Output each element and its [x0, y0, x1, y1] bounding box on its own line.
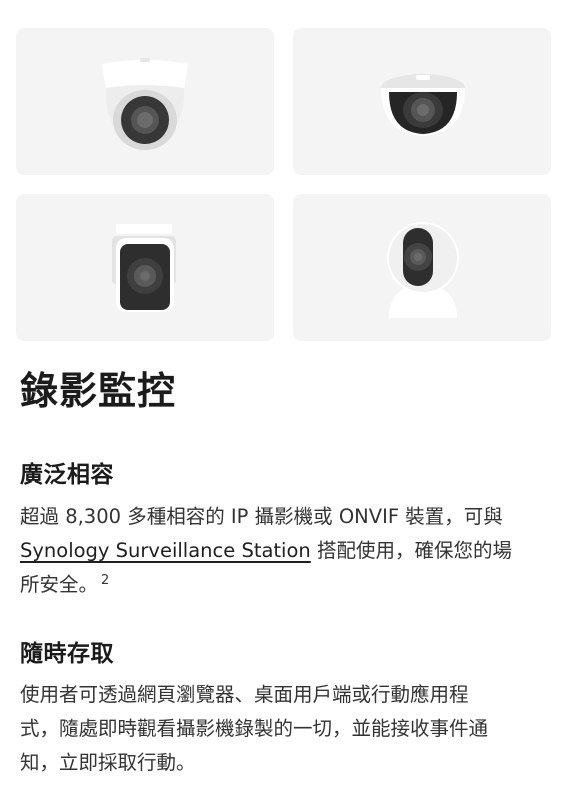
description-text: 搭配使用，確保您的場	[310, 539, 512, 562]
description-line: 知，立即採取行動。	[20, 751, 196, 774]
dark-dome-camera-icon	[381, 74, 465, 136]
description-line: 所安全。 2	[20, 568, 550, 602]
camera-tile-bullet	[16, 194, 274, 341]
description-line: Synology Surveillance Station 搭配使用，確保您的場	[20, 534, 550, 568]
description-line: 式，隨處即時觀看攝影機錄製的一切，並能接收事件通	[20, 717, 489, 740]
pan-tilt-cube-camera-icon	[387, 222, 459, 318]
feature-title-compatibility: 廣泛相容	[20, 462, 114, 488]
section-title: 錄影監控	[20, 369, 177, 413]
description-text: 所安全。	[20, 573, 99, 596]
dome-turret-camera-icon	[102, 58, 188, 150]
feature-description-access: 使用者可透過網頁瀏覽器、桌面用戶端或行動應用程 式，隨處即時觀看攝影機錄製的一切…	[20, 678, 550, 780]
description-line: 超過 8,300 多種相容的 IP 攝影機或 ONVIF 裝置，可與	[20, 505, 503, 528]
description-line: 使用者可透過網頁瀏覽器、桌面用戶端或行動應用程	[20, 683, 469, 706]
camera-tile-dome-turret	[16, 28, 274, 175]
feature-title-access: 隨時存取	[20, 641, 114, 667]
bullet-camera-icon	[112, 224, 176, 312]
camera-tile-pan-tilt	[293, 194, 551, 341]
feature-description-compatibility: 超過 8,300 多種相容的 IP 攝影機或 ONVIF 裝置，可與 Synol…	[20, 500, 550, 602]
camera-tile-dark-dome	[293, 28, 551, 175]
surveillance-station-link[interactable]: Synology Surveillance Station	[20, 539, 311, 562]
footnote-marker[interactable]: 2	[101, 573, 109, 588]
